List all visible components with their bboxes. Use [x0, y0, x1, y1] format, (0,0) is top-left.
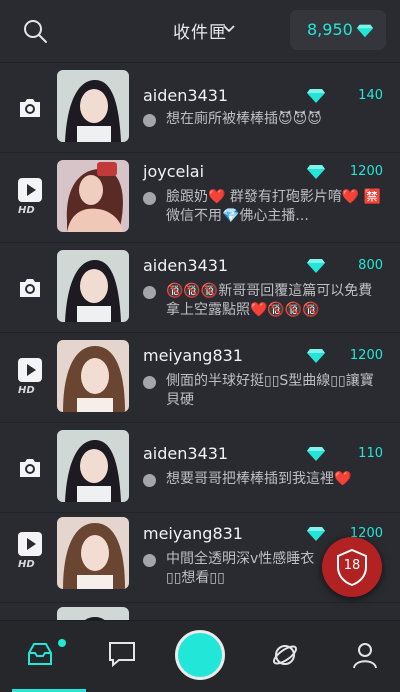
message-preview: 側面的半球好挺▯▯S型曲線▯▯讓寶貝硬: [166, 373, 374, 408]
avatar[interactable]: [57, 160, 129, 232]
diamond-icon: [307, 165, 325, 179]
diamond-icon: [307, 89, 325, 103]
message-preview: 想在廁所被棒棒插😈😈😈: [166, 111, 322, 127]
unread-dot: [143, 554, 156, 567]
camera-icon: [20, 459, 40, 477]
reward: 110: [306, 444, 386, 464]
camera-icon: [20, 99, 40, 117]
username[interactable]: aiden3431: [143, 256, 228, 275]
message-row[interactable]: HD meiyang831 1200 側面的半球好挺▯▯S型曲線▯▯讓寶貝硬: [0, 332, 400, 423]
unread-dot: [143, 474, 156, 487]
reward-value: 1200: [349, 164, 383, 179]
inbox-icon: [28, 643, 52, 665]
diamond-balance[interactable]: 8,950: [290, 10, 386, 50]
username[interactable]: aiden3431: [143, 444, 228, 463]
avatar[interactable]: [57, 517, 129, 589]
diamond-icon: [307, 349, 325, 363]
reward: 1200: [306, 162, 386, 182]
video-play-icon: [18, 178, 42, 202]
reward-value: 800: [358, 258, 383, 273]
chevron-down-icon[interactable]: [222, 24, 236, 34]
reward: 800: [306, 256, 386, 276]
message-preview: 中間全透明深v性感睡衣▯▯想看▯▯: [166, 551, 315, 586]
adult-badge-label: 18: [343, 558, 361, 573]
unread-dot: [143, 114, 156, 127]
unread-dot: [143, 376, 156, 389]
inbox-tab[interactable]: [0, 621, 86, 692]
reward: 140: [306, 86, 386, 106]
message-row[interactable]: aiden3431 140 想在廁所被棒棒插😈😈😈: [0, 62, 400, 153]
chat-bubble-icon: [109, 642, 135, 667]
record-button-icon[interactable]: [175, 630, 225, 680]
diamond-icon: [356, 24, 374, 38]
new-message-dot: [58, 639, 66, 647]
message-preview: 臉跟奶❤️ 群發有打砲影片唷❤️ 🈲微信不用💎佛心主播...: [166, 189, 382, 224]
chat-tab[interactable]: [82, 621, 162, 692]
avatar[interactable]: [57, 340, 129, 412]
camera-icon: [20, 279, 40, 297]
hd-label: HD: [18, 205, 35, 216]
message-list[interactable]: aiden3431 140 想在廁所被棒棒插😈😈😈 HD joycelai 12…: [0, 62, 400, 620]
reward-value: 110: [358, 446, 383, 461]
hd-label: HD: [18, 559, 35, 570]
message-row[interactable]: aiden3431 110 想要哥哥把棒棒插到我這裡❤️: [0, 422, 400, 513]
message-row[interactable]: [0, 602, 400, 620]
diamond-icon: [307, 527, 325, 541]
diamond-icon: [307, 259, 325, 273]
profile-tab[interactable]: [325, 621, 400, 692]
balance-amount: 8,950: [307, 20, 353, 39]
username[interactable]: aiden3431: [143, 86, 228, 105]
user-icon: [353, 643, 377, 669]
explore-tab[interactable]: [245, 621, 325, 692]
message-preview: 想要哥哥把棒棒插到我這裡❤️: [166, 471, 352, 487]
message-row[interactable]: aiden3431 800 🔞🔞🔞新哥哥回覆這篇可以免費拿上空露點照❤️🔞🔞🔞: [0, 242, 400, 333]
username[interactable]: meiyang831: [143, 524, 243, 543]
video-play-icon: [18, 358, 42, 382]
message-row[interactable]: HD joycelai 1200 臉跟奶❤️ 群發有打砲影片唷❤️ 🈲微信不用💎…: [0, 152, 400, 243]
reward: 1200: [306, 346, 386, 366]
avatar[interactable]: [57, 70, 129, 142]
hd-label: HD: [18, 385, 35, 396]
top-bar: 收件匣 8,950: [0, 0, 400, 63]
unread-dot: [143, 192, 156, 205]
avatar[interactable]: [57, 607, 129, 620]
username[interactable]: meiyang831: [143, 346, 243, 365]
reward-value: 1200: [349, 348, 383, 363]
message-preview: 🔞🔞🔞新哥哥回覆這篇可以免費拿上空露點照❤️🔞🔞🔞: [166, 283, 373, 318]
diamond-icon: [307, 447, 325, 461]
reward-value: 140: [358, 88, 383, 103]
adult-content-button[interactable]: 18: [322, 537, 382, 597]
avatar[interactable]: [57, 250, 129, 322]
video-play-icon: [18, 532, 42, 556]
unread-dot: [143, 286, 156, 299]
avatar[interactable]: [57, 430, 129, 502]
planet-icon: [272, 645, 298, 665]
username[interactable]: joycelai: [143, 162, 204, 181]
